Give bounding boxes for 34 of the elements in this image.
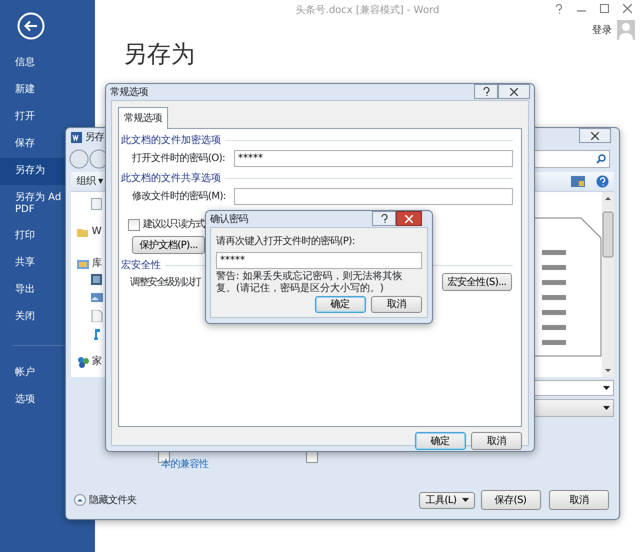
dialog-button[interactable]: 取消: [471, 432, 522, 450]
dialog-title: 常规选项: [110, 86, 148, 100]
group-heading: 此文档的文件加密选项: [121, 133, 513, 148]
tools-dropdown[interactable]: 工具(L): [419, 492, 475, 508]
dialog-button[interactable]: 取消: [549, 490, 609, 510]
window-title: 头条号.docx [兼容模式] - Word: [296, 4, 440, 18]
sidebar-item[interactable]: 新建: [0, 77, 95, 104]
dialog-title: 另存: [85, 130, 104, 144]
field-label: 修改文件时的密码(M):: [132, 190, 227, 204]
dialog-button[interactable]: 取消: [371, 296, 422, 313]
sidebar-item[interactable]: 打开: [0, 104, 95, 131]
warning-text: 警告: 如果丢失或忘记密码，则无法将其恢复。(请记住，密码是区分大小写的。): [216, 271, 404, 295]
dialog-button[interactable]: 保存(S): [480, 490, 540, 510]
group-heading: 此文档的文件共享选项: [121, 171, 513, 186]
dialog-title: 确认密码: [210, 212, 248, 226]
hide-folders-toggle[interactable]: 隐藏文件夹: [88, 492, 136, 508]
checkbox-label: 建议以只读方式: [142, 218, 204, 232]
field-label: 打开文件时的密码(O):: [132, 152, 226, 166]
dialog-button[interactable]: 确定: [314, 296, 366, 313]
password-field[interactable]: *****: [234, 150, 513, 167]
field-label: 请再次键入打开文件时的密码(P):: [216, 234, 356, 249]
password-field[interactable]: *****: [216, 252, 422, 269]
macro-description: 调整安全级别以打: [130, 276, 200, 290]
nav-item[interactable]: W: [92, 224, 102, 239]
protect-document-button[interactable]: 保护文档(P)...: [132, 236, 205, 254]
sign-in-link[interactable]: 登录: [592, 22, 612, 38]
compatibility-link[interactable]: 本的兼容性: [161, 457, 208, 472]
dialog-tab[interactable]: 常规选项: [118, 107, 168, 129]
nav-item[interactable]: 家: [92, 354, 102, 369]
sidebar-item[interactable]: 信息: [0, 50, 95, 77]
dialog-button[interactable]: 确定: [414, 432, 466, 450]
macro-security-button[interactable]: 宏安全性(S)...: [442, 273, 512, 291]
nav-item[interactable]: 库: [92, 256, 102, 271]
page-heading: 另存为: [123, 39, 196, 70]
